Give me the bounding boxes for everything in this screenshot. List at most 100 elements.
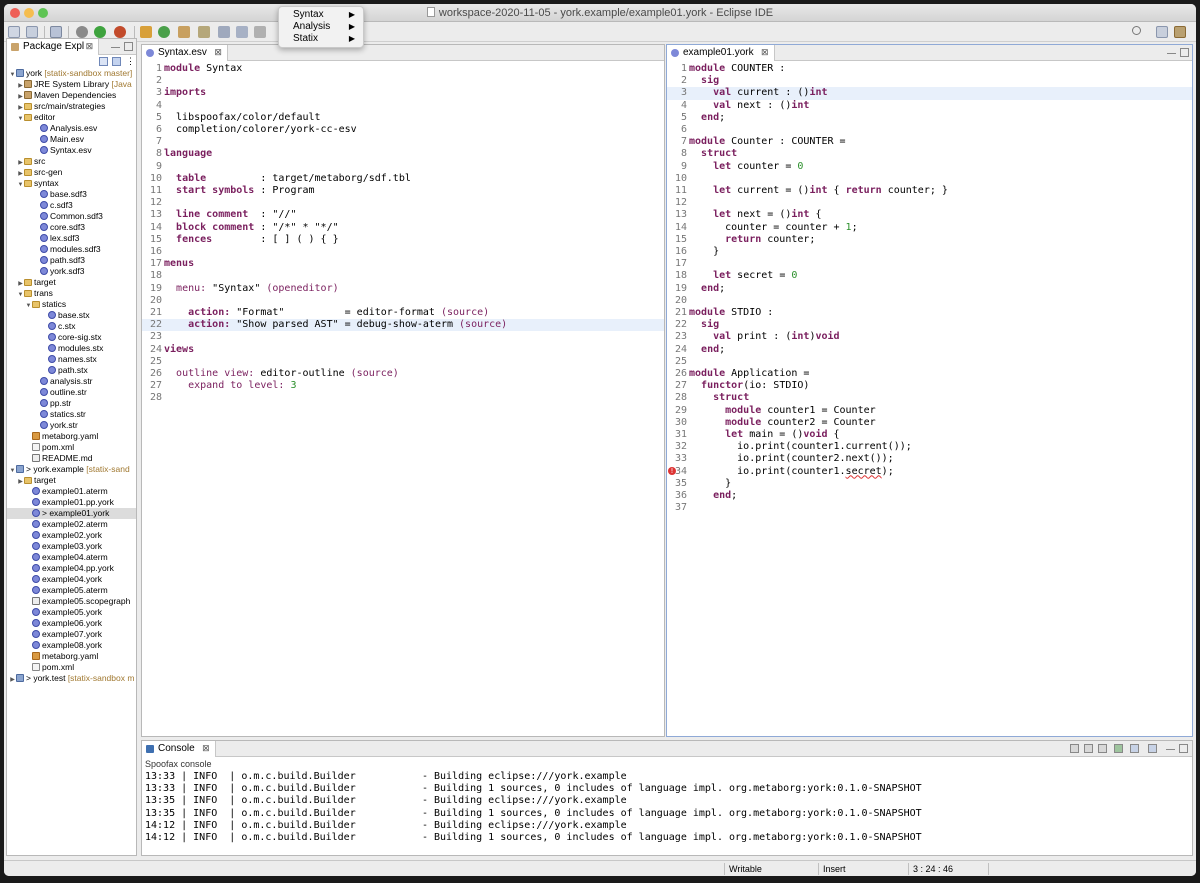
tree-item[interactable]: Common.sdf3 — [7, 211, 136, 222]
collapsed-twisty-icon[interactable]: ▶ — [17, 103, 24, 112]
tree-item[interactable]: york.sdf3 — [7, 266, 136, 277]
tree-item[interactable]: ▶ src/main/strategies — [7, 101, 136, 112]
close-icon[interactable]: ⊠ — [202, 741, 210, 756]
tree-item[interactable]: path.sdf3 — [7, 255, 136, 266]
tree-item[interactable]: pp.str — [7, 398, 136, 409]
toggle-mark-icon[interactable] — [218, 26, 230, 38]
tree-item[interactable]: ▶ src-gen — [7, 167, 136, 178]
collapsed-twisty-icon[interactable]: ▶ — [17, 158, 24, 167]
search-tool-icon[interactable] — [198, 26, 210, 38]
tree-item[interactable]: ▼ > york.example [statix-sand — [7, 464, 136, 475]
expanded-twisty-icon[interactable]: ▼ — [9, 70, 16, 79]
tree-item[interactable]: analysis.str — [7, 376, 136, 387]
console-output[interactable]: Spoofax console 13:33 | INFO | o.m.c.bui… — [142, 757, 1192, 855]
clear-console-icon[interactable] — [1070, 744, 1079, 753]
tree-item[interactable]: example05.aterm — [7, 585, 136, 596]
tree-item[interactable]: Analysis.esv — [7, 123, 136, 134]
minimize-icon[interactable] — [111, 42, 120, 48]
tree-item[interactable]: ▼ statics — [7, 299, 136, 310]
tree-item[interactable]: ▶ JRE System Library [Java — [7, 79, 136, 90]
tree-item[interactable]: ▼ syntax — [7, 178, 136, 189]
tree-item[interactable]: outline.str — [7, 387, 136, 398]
tab-console[interactable]: Console ⊠ — [142, 741, 216, 757]
tab-package-explorer[interactable]: Package Expl ⊠ — [7, 39, 100, 55]
expanded-twisty-icon[interactable]: ▼ — [17, 180, 24, 189]
tree-item[interactable]: path.stx — [7, 365, 136, 376]
tree-item[interactable]: ▶ > york.test [statix-sandbox m — [7, 673, 136, 684]
word-wrap-icon[interactable] — [1098, 744, 1107, 753]
view-menu-icon[interactable]: ⋮ — [126, 56, 135, 67]
pin-console-icon[interactable] — [1114, 744, 1123, 753]
tree-item[interactable]: example05.york — [7, 607, 136, 618]
minimize-icon[interactable] — [1166, 744, 1175, 750]
tree-item[interactable]: modules.sdf3 — [7, 244, 136, 255]
code-area[interactable]: 1 module COUNTER :2 sig 3 val current : ()… — [667, 61, 1192, 736]
tree-item[interactable]: metaborg.yaml — [7, 651, 136, 662]
menu-item-analysis[interactable]: Analysis ▶ — [279, 21, 363, 33]
expanded-twisty-icon[interactable]: ▼ — [25, 301, 32, 310]
new-class-icon[interactable] — [158, 26, 170, 38]
tree-item[interactable]: core.sdf3 — [7, 222, 136, 233]
tree-item[interactable]: example04.aterm — [7, 552, 136, 563]
tree-item[interactable]: > example01.york — [7, 508, 136, 519]
expanded-twisty-icon[interactable]: ▼ — [17, 114, 24, 123]
show-whitespace-icon[interactable] — [236, 26, 248, 38]
new-package-icon[interactable] — [140, 26, 152, 38]
collapsed-twisty-icon[interactable]: ▶ — [9, 675, 16, 684]
tree-item[interactable]: example04.pp.york — [7, 563, 136, 574]
tree-item[interactable]: names.stx — [7, 354, 136, 365]
tree-item[interactable]: example01.pp.york — [7, 497, 136, 508]
collapsed-twisty-icon[interactable]: ▶ — [17, 279, 24, 288]
expanded-twisty-icon[interactable]: ▼ — [9, 466, 16, 475]
collapsed-twisty-icon[interactable]: ▶ — [17, 92, 24, 101]
tree-item[interactable]: ▶ target — [7, 475, 136, 486]
tree-item[interactable]: statics.str — [7, 409, 136, 420]
external-tools-icon[interactable] — [114, 26, 126, 38]
display-console-icon[interactable] — [1130, 744, 1139, 753]
tree-item[interactable]: modules.stx — [7, 343, 136, 354]
collapsed-twisty-icon[interactable]: ▶ — [17, 169, 24, 178]
collapse-all-icon[interactable] — [99, 57, 108, 66]
minimize-icon[interactable] — [1167, 48, 1176, 54]
tree-item[interactable]: example03.york — [7, 541, 136, 552]
tree-item[interactable]: ▶ Maven Dependencies — [7, 90, 136, 101]
expanded-twisty-icon[interactable]: ▼ — [17, 290, 24, 299]
close-icon[interactable]: ⊠ — [761, 45, 769, 60]
tree-item[interactable]: example01.aterm — [7, 486, 136, 497]
run-icon[interactable] — [94, 26, 106, 38]
tree-item[interactable]: ▼ editor — [7, 112, 136, 123]
tree-item[interactable]: base.stx — [7, 310, 136, 321]
maximize-icon[interactable] — [124, 42, 133, 51]
open-console-icon[interactable] — [1148, 744, 1157, 753]
tree-item[interactable]: c.sdf3 — [7, 200, 136, 211]
menu-item-statix[interactable]: Statix ▶ — [279, 33, 363, 45]
tree-item[interactable]: lex.sdf3 — [7, 233, 136, 244]
tree-item[interactable]: core-sig.stx — [7, 332, 136, 343]
tree-item[interactable]: example06.york — [7, 618, 136, 629]
tree-item[interactable]: metaborg.yaml — [7, 431, 136, 442]
tree-item[interactable]: example05.scopegraph — [7, 596, 136, 607]
code-area[interactable]: 1 module Syntax 2 3 imports 4 5 libspoofax/col… — [142, 61, 664, 736]
tree-item[interactable]: Main.esv — [7, 134, 136, 145]
open-perspective-icon[interactable] — [1156, 26, 1168, 38]
tree-item[interactable]: base.sdf3 — [7, 189, 136, 200]
close-icon[interactable]: ⊠ — [214, 45, 222, 60]
tree-item[interactable]: example02.aterm — [7, 519, 136, 530]
tab-syntax-esv[interactable]: Syntax.esv ⊠ — [142, 45, 228, 61]
print-icon[interactable] — [50, 26, 62, 38]
search-icon[interactable] — [1132, 26, 1141, 35]
tree-item[interactable]: example07.york — [7, 629, 136, 640]
java-perspective-icon[interactable] — [1174, 26, 1186, 38]
link-editor-icon[interactable] — [112, 57, 121, 66]
maximize-icon[interactable] — [1179, 744, 1188, 753]
save-icon[interactable] — [26, 26, 38, 38]
menu-item-syntax[interactable]: Syntax ▶ — [279, 9, 363, 21]
collapsed-twisty-icon[interactable]: ▶ — [17, 477, 24, 486]
collapsed-twisty-icon[interactable]: ▶ — [17, 81, 24, 90]
debug-icon[interactable] — [76, 26, 88, 38]
tree-item[interactable]: README.md — [7, 453, 136, 464]
tree-item[interactable]: ▶ target — [7, 277, 136, 288]
tree-item[interactable]: Syntax.esv — [7, 145, 136, 156]
new-icon[interactable] — [8, 26, 20, 38]
tree-item[interactable]: example04.york — [7, 574, 136, 585]
